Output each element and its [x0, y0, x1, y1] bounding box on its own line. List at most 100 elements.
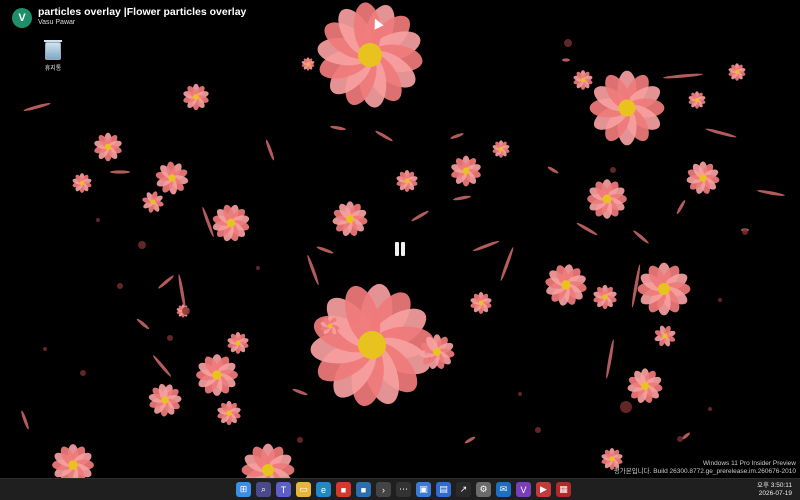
- flower-particle: [492, 140, 510, 158]
- flower-particle: [593, 284, 617, 310]
- falling-petal: [453, 195, 471, 201]
- particle-dot: [518, 392, 522, 396]
- flower-particle: [241, 443, 295, 478]
- particle-dot: [117, 283, 123, 289]
- flower-particle: [196, 354, 238, 396]
- photos-icon[interactable]: ▣: [416, 482, 431, 497]
- falling-petal: [500, 247, 514, 281]
- flower-particle: [396, 170, 418, 192]
- channel-avatar[interactable]: V: [12, 8, 32, 28]
- particle-dot: [167, 335, 173, 341]
- pause-button[interactable]: [393, 242, 407, 258]
- falling-petal: [547, 166, 559, 174]
- taskbar: ⊞ ⌕ T ▭ e ■ ■ › ⋯ ▣ ▤ ↗ ⚙ ✉ V ▶ ▦ 오후 3:50:11 2026-07-19: [0, 478, 800, 500]
- particle-dot: [535, 427, 541, 433]
- flower-particle: [637, 262, 691, 316]
- flower-particle: [627, 368, 663, 403]
- falling-petal: [158, 275, 174, 289]
- flower-particle: [227, 332, 249, 354]
- settings-icon[interactable]: ⚙: [476, 482, 491, 497]
- teams-icon[interactable]: T: [276, 482, 291, 497]
- particle-dot: [677, 436, 683, 442]
- visual-studio-icon[interactable]: V: [516, 482, 531, 497]
- flower-particles-layer: [21, 2, 785, 478]
- particle-dot: [718, 298, 722, 302]
- falling-petal: [464, 436, 476, 444]
- taskbar-pinned-apps: ⊞ ⌕ T ▭ e ■ ■ › ⋯ ▣ ▤ ↗ ⚙ ✉ V ▶ ▦: [236, 482, 571, 497]
- video-header: V particles overlay |Flower particles ov…: [12, 6, 246, 28]
- falling-petal: [562, 58, 570, 62]
- falling-petal: [472, 240, 500, 252]
- flower-particle: [217, 400, 241, 426]
- flower-particle: [728, 63, 746, 81]
- flower-particle: [545, 264, 587, 306]
- falling-petal: [178, 274, 186, 310]
- recycle-bin[interactable]: 휴지통: [38, 40, 68, 72]
- falling-petal: [633, 230, 649, 244]
- falling-petal: [606, 339, 614, 379]
- falling-petal: [292, 388, 308, 396]
- falling-petal: [676, 200, 686, 214]
- falling-petal: [576, 222, 598, 236]
- media-icon[interactable]: ▶: [536, 482, 551, 497]
- stocks-icon[interactable]: ↗: [456, 482, 471, 497]
- falling-petal: [757, 190, 785, 196]
- particle-dot: [297, 437, 303, 443]
- flower-particle: [470, 292, 492, 314]
- falling-petal: [21, 410, 29, 430]
- particle-dot: [96, 218, 100, 222]
- particle-dot: [564, 39, 572, 47]
- mail-icon[interactable]: ✉: [496, 482, 511, 497]
- falling-petal: [307, 254, 319, 286]
- falling-petal: [152, 355, 172, 377]
- falling-petal: [265, 139, 275, 161]
- flower-particle: [212, 204, 250, 242]
- file-explorer-icon[interactable]: ▭: [296, 482, 311, 497]
- app-blue-icon[interactable]: ■: [356, 482, 371, 497]
- flower-particle: [451, 155, 481, 187]
- particle-dot: [742, 229, 748, 235]
- taskbar-clock[interactable]: 오후 3:50:11 2026-07-19: [757, 482, 792, 498]
- particle-dot: [620, 401, 632, 413]
- start-icon[interactable]: ⊞: [236, 482, 251, 497]
- flower-particle: [587, 179, 627, 219]
- particle-dot: [182, 307, 190, 315]
- terminal-icon[interactable]: ›: [376, 482, 391, 497]
- video-frame[interactable]: V particles overlay |Flower particles ov…: [0, 0, 800, 478]
- falling-petal: [136, 318, 150, 330]
- falling-petal: [110, 170, 130, 174]
- watermark-line-2: 평가본입니다. Build 26300.8772.ge_prerelease.i…: [613, 468, 796, 475]
- clock-date: 2026-07-19: [758, 490, 792, 497]
- dots-icon[interactable]: ⋯: [396, 482, 411, 497]
- search-icon[interactable]: ⌕: [256, 482, 271, 497]
- app-red-icon[interactable]: ■: [336, 482, 351, 497]
- recycle-bin-label: 휴지통: [44, 66, 62, 72]
- edge-icon[interactable]: e: [316, 482, 331, 497]
- falling-petal: [375, 130, 393, 142]
- flower-particle: [148, 383, 182, 417]
- store-icon[interactable]: ▤: [436, 482, 451, 497]
- flower-particle: [94, 132, 122, 162]
- recycle-bin-icon: [44, 40, 62, 60]
- particle-dot: [138, 241, 146, 249]
- particle-dot: [256, 266, 260, 270]
- falling-petal: [330, 125, 346, 131]
- video-title[interactable]: particles overlay |Flower particles over…: [38, 6, 246, 18]
- particle-dot: [610, 167, 616, 173]
- falling-petal: [202, 206, 214, 238]
- flower-particle: [72, 173, 92, 193]
- falling-petal: [316, 246, 334, 254]
- flower-particle: [317, 2, 423, 108]
- falling-petal: [663, 73, 703, 79]
- app-white-icon[interactable]: ▦: [556, 482, 571, 497]
- flower-particle: [332, 201, 368, 236]
- flower-particle: [654, 325, 676, 347]
- watermark-line-1: Windows 11 Pro Insider Preview: [702, 460, 796, 467]
- particle-dot: [708, 407, 712, 411]
- falling-petal: [23, 103, 51, 111]
- channel-name[interactable]: Vasu Pawar: [38, 18, 246, 27]
- particle-dot: [80, 370, 86, 376]
- falling-petal: [411, 210, 429, 222]
- flower-particle: [688, 91, 706, 109]
- flower-particle: [686, 161, 720, 194]
